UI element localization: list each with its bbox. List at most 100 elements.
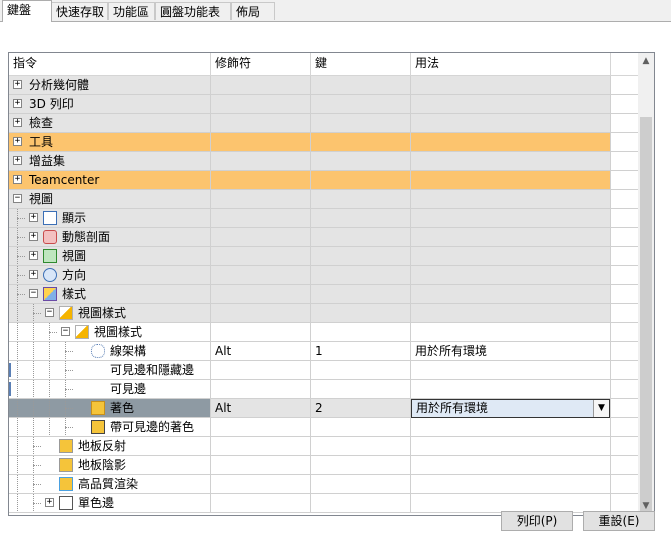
tab-radial-menu[interactable]: 圓盤功能表 <box>155 2 231 20</box>
scrollbar-thumb[interactable] <box>640 117 652 512</box>
table-row[interactable]: 高品質渲染 <box>9 475 639 494</box>
usage-cell[interactable] <box>411 323 611 342</box>
key-cell[interactable] <box>311 171 411 190</box>
expand-icon[interactable]: + <box>29 251 38 260</box>
table-row[interactable]: + 動態剖面 <box>9 228 639 247</box>
expand-icon[interactable]: + <box>13 137 22 146</box>
command-cell[interactable]: 地板陰影 <box>9 456 211 475</box>
command-cell[interactable]: 可見邊 <box>9 380 211 399</box>
usage-cell[interactable] <box>411 266 611 285</box>
command-cell[interactable]: + 檢查 <box>9 114 211 133</box>
table-row[interactable]: 可見邊 <box>9 380 639 399</box>
command-cell[interactable]: 著色 <box>9 399 211 418</box>
table-row[interactable]: + 增益集 <box>9 152 639 171</box>
column-header-key[interactable]: 鍵 <box>311 53 411 75</box>
modifier-cell[interactable] <box>211 133 311 152</box>
usage-cell[interactable] <box>411 361 611 380</box>
usage-cell[interactable] <box>411 456 611 475</box>
modifier-cell[interactable] <box>211 266 311 285</box>
collapse-icon[interactable]: − <box>61 327 70 336</box>
table-row[interactable]: + 視圖 <box>9 247 639 266</box>
command-cell[interactable]: + 增益集 <box>9 152 211 171</box>
usage-cell[interactable] <box>411 475 611 494</box>
modifier-cell[interactable] <box>211 76 311 95</box>
usage-cell[interactable] <box>411 228 611 247</box>
command-cell[interactable]: + 工具 <box>9 133 211 152</box>
table-row[interactable]: − 視圖樣式 <box>9 304 639 323</box>
key-cell[interactable] <box>311 437 411 456</box>
expand-icon[interactable]: + <box>13 118 22 127</box>
key-cell[interactable] <box>311 304 411 323</box>
modifier-cell[interactable] <box>211 418 311 437</box>
command-cell[interactable]: + 顯示 <box>9 209 211 228</box>
table-row[interactable]: 地板反射 <box>9 437 639 456</box>
modifier-cell[interactable] <box>211 209 311 228</box>
modifier-cell[interactable] <box>211 190 311 209</box>
command-cell[interactable]: + Teamcenter <box>9 171 211 190</box>
key-cell[interactable] <box>311 361 411 380</box>
key-cell[interactable] <box>311 285 411 304</box>
usage-cell[interactable] <box>411 285 611 304</box>
usage-cell[interactable] <box>411 133 611 152</box>
table-row[interactable]: + 分析幾何體 <box>9 76 639 95</box>
usage-cell[interactable] <box>411 114 611 133</box>
command-cell[interactable]: + 視圖 <box>9 247 211 266</box>
expand-icon[interactable]: + <box>45 498 54 507</box>
usage-cell[interactable] <box>411 380 611 399</box>
table-row[interactable]: + Teamcenter <box>9 171 639 190</box>
key-cell[interactable] <box>311 95 411 114</box>
command-cell[interactable]: − 視圖樣式 <box>9 304 211 323</box>
command-cell[interactable]: + 動態剖面 <box>9 228 211 247</box>
modifier-cell[interactable] <box>211 323 311 342</box>
command-cell[interactable]: 高品質渲染 <box>9 475 211 494</box>
command-cell[interactable]: + 分析幾何體 <box>9 76 211 95</box>
command-cell[interactable]: 地板反射 <box>9 437 211 456</box>
command-cell[interactable]: 線架構 <box>9 342 211 361</box>
vertical-scrollbar[interactable]: ▲ ▼ <box>638 53 654 515</box>
table-row[interactable]: − 樣式 <box>9 285 639 304</box>
print-button[interactable]: 列印(P) <box>501 511 573 531</box>
command-cell[interactable]: 帶可見邊的著色 <box>9 418 211 437</box>
chevron-down-icon[interactable]: ▼ <box>593 400 609 417</box>
key-cell[interactable] <box>311 494 411 513</box>
modifier-cell[interactable] <box>211 494 311 513</box>
modifier-cell[interactable] <box>211 247 311 266</box>
column-header-usage[interactable]: 用法 <box>411 53 611 75</box>
usage-cell[interactable] <box>411 76 611 95</box>
key-cell[interactable] <box>311 114 411 133</box>
table-row[interactable]: 地板陰影 <box>9 456 639 475</box>
key-cell[interactable] <box>311 266 411 285</box>
collapse-icon[interactable]: − <box>45 308 54 317</box>
usage-cell[interactable] <box>411 418 611 437</box>
table-row[interactable]: 可見邊和隱藏邊 <box>9 361 639 380</box>
command-cell[interactable]: +3D 列印 <box>9 95 211 114</box>
table-row[interactable]: − 視圖樣式 <box>9 323 639 342</box>
usage-cell[interactable]: 用於所有環境 <box>411 342 611 361</box>
usage-cell[interactable] <box>411 304 611 323</box>
key-cell[interactable] <box>311 475 411 494</box>
command-cell[interactable]: + 方向 <box>9 266 211 285</box>
command-cell[interactable]: − 視圖樣式 <box>9 323 211 342</box>
column-header-modifier[interactable]: 修飾符 <box>211 53 311 75</box>
key-cell[interactable] <box>311 209 411 228</box>
modifier-cell[interactable] <box>211 171 311 190</box>
table-row[interactable]: 帶可見邊的著色 <box>9 418 639 437</box>
tab-keyboard[interactable]: 鍵盤 <box>2 0 52 22</box>
table-row[interactable]: + 顯示 <box>9 209 639 228</box>
table-row[interactable]: 線架構 Alt 1 用於所有環境 <box>9 342 639 361</box>
modifier-cell[interactable] <box>211 475 311 494</box>
expand-icon[interactable]: + <box>29 213 38 222</box>
key-cell[interactable]: 1 <box>311 342 411 361</box>
expand-icon[interactable]: + <box>13 175 22 184</box>
key-cell[interactable]: 2 <box>311 399 411 418</box>
table-row[interactable]: + 工具 <box>9 133 639 152</box>
expand-icon[interactable]: + <box>13 156 22 165</box>
modifier-cell[interactable] <box>211 114 311 133</box>
key-cell[interactable] <box>311 152 411 171</box>
modifier-cell[interactable]: Alt <box>211 399 311 418</box>
expand-icon[interactable]: + <box>29 270 38 279</box>
tab-ribbon[interactable]: 功能區 <box>108 2 155 20</box>
modifier-cell[interactable] <box>211 437 311 456</box>
command-cell[interactable]: 可見邊和隱藏邊 <box>9 361 211 380</box>
key-cell[interactable] <box>311 380 411 399</box>
